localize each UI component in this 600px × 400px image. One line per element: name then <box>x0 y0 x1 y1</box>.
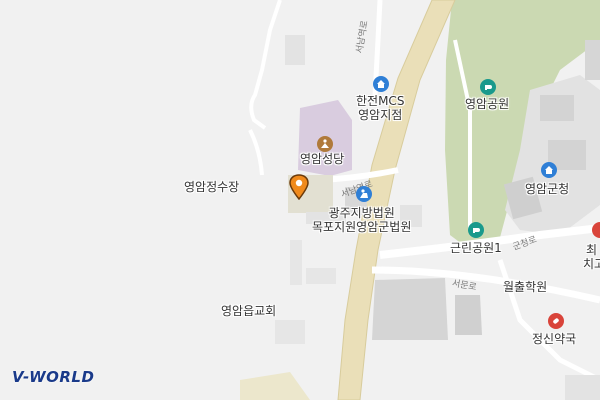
place-line: 영암지점 <box>358 108 403 122</box>
place-line: 광주지방법원 <box>328 206 395 220</box>
place-label-neighborhood-park: 근린공원1 <box>450 241 502 255</box>
place-line: 최 <box>586 243 598 257</box>
court-icon[interactable] <box>356 186 372 202</box>
place-line: 한전MCS <box>356 94 405 108</box>
road-left-winding <box>249 0 282 130</box>
location-pin-icon[interactable] <box>289 174 309 200</box>
map-canvas[interactable]: 서남역로 서남역로 군청로 서문로 한전MCS 영암지점 영암공원 영암성당 영… <box>0 0 600 400</box>
place-label-county-office: 영암군청 <box>525 182 569 196</box>
cathedral-icon[interactable] <box>317 136 333 152</box>
map-base-layer <box>240 0 600 400</box>
place-line: 정신약국 <box>532 332 577 346</box>
lower-block <box>372 278 448 340</box>
dental-icon[interactable] <box>592 222 600 238</box>
place-label-pharmacy: 정신약국 <box>532 332 576 346</box>
park-icon[interactable] <box>480 79 496 95</box>
place-label-dental-partial: 최 치고 <box>583 243 600 271</box>
place-line: 월출학원 <box>503 280 548 294</box>
place-label-yeongam-cathedral: 영암성당 <box>300 152 344 166</box>
place-line: 치고 <box>583 257 600 271</box>
place-label-court: 광주지방법원 목포지원영암군법원 <box>312 206 411 234</box>
place-line: 근린공원1 <box>450 241 502 255</box>
place-label-yeongam-park: 영암공원 <box>465 97 509 111</box>
place-label-hanjeon: 한전MCS 영암지점 <box>356 94 404 122</box>
place-line: 영암성당 <box>300 152 345 166</box>
house-icon[interactable] <box>373 76 389 92</box>
place-label-church: 영암읍교회 <box>221 304 276 318</box>
vworld-logo: V-WORLD <box>12 368 95 386</box>
place-line: 영암정수장 <box>184 180 240 194</box>
place-line: 목포지원영암군법원 <box>312 220 412 234</box>
neighborhood-park-icon[interactable] <box>468 222 484 238</box>
place-line: 영암공원 <box>465 97 510 111</box>
county-office-icon[interactable] <box>541 162 557 178</box>
place-line: 영암읍교회 <box>221 304 277 318</box>
place-label-academy: 월출학원 <box>503 280 547 294</box>
place-label-water-station: 영암정수장 <box>184 180 239 194</box>
bottom-yellow-area <box>240 372 310 400</box>
pharmacy-icon[interactable] <box>548 313 564 329</box>
place-line: 영암군청 <box>525 182 570 196</box>
